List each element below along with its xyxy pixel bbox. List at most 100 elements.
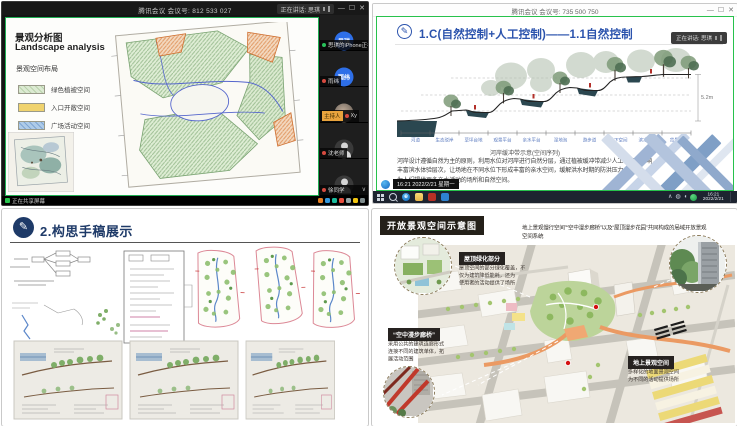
participant-tile[interactable]: 徐同学 ∨: [320, 159, 368, 196]
master-plan-image: [104, 22, 312, 190]
tray-icon[interactable]: [332, 198, 337, 203]
mic-off-icon: [322, 151, 326, 155]
pdf-app-icon[interactable]: [428, 193, 436, 201]
slide-title: 1.C(自然控制+人工控制)——1.1自然控制: [419, 26, 633, 42]
inset-plan-thumbnail: [8, 132, 74, 192]
collapse-chevron-icon[interactable]: ∨: [362, 187, 366, 193]
svg-text:草坪台地: 草坪台地: [465, 137, 483, 144]
volume-bar-icon: [720, 35, 722, 41]
legend-item: 入口开敞空间: [18, 102, 90, 112]
taskbar-tooltip: 16:21 2022/2/21 星期一: [381, 179, 459, 189]
mic-on-icon: [322, 43, 326, 47]
label-roof-greening: 屋顶绿化部分: [459, 252, 505, 265]
label-roof-greening-body: 屋顶空间的部分绿化覆盖，不 仅为建筑降低能耗，还为 使用者的活动提供了场所: [459, 265, 525, 288]
screenshot-grid: 腾讯会议 会议号: 812 533 027 — ☐ ✕ 正在讲话: 思琪 景观分…: [0, 0, 737, 426]
decor-stripes: [583, 134, 733, 190]
volume-bar-icon: [323, 7, 325, 11]
window-controls: — ☐ ✕: [338, 3, 365, 14]
meeting-tray-icon[interactable]: [690, 194, 697, 201]
svg-text:5.2m: 5.2m: [701, 95, 714, 101]
speaking-toast-text: 正在讲话: 思琪: [676, 34, 712, 42]
svg-text:亲水平台: 亲水平台: [523, 137, 541, 144]
system-tray-icons: [318, 198, 365, 203]
tray-icon[interactable]: [346, 198, 351, 203]
close-button[interactable]: ✕: [728, 5, 734, 16]
maximize-button[interactable]: ☐: [718, 5, 724, 16]
mic-off-icon: [345, 114, 349, 118]
show-desktop-button[interactable]: [730, 192, 733, 202]
intro-line: 地上景观慢行空间”“空中漫步廊桥”以及“屋顶漫步花园”共同构成的局域开放景观: [522, 225, 706, 233]
legend-label: 入口开敞空间: [51, 102, 90, 112]
edge-icon[interactable]: e: [402, 193, 410, 201]
callout-aerial-roof-garden: [394, 237, 452, 295]
tray-icon[interactable]: [353, 198, 358, 203]
callout-red-bridge-photo: [383, 366, 435, 418]
participant-tile[interactable]: 思琪 思琪的iPhone正在共享: [320, 15, 368, 51]
host-badge: 主持人: [322, 111, 343, 121]
slide-open-landscape-diagram: 开放景观空间示意图 地上景观慢行空间”“空中漫步廊桥”以及“屋顶漫步花园”共同构…: [371, 208, 737, 426]
label-ground-landscape: 地上景观空间: [628, 356, 674, 369]
start-button-icon[interactable]: [377, 194, 384, 201]
app-icon[interactable]: [441, 193, 449, 201]
svg-text:湿地泡: 湿地泡: [554, 137, 568, 144]
app-dot-icon: [381, 180, 390, 189]
shared-slide-natural-control: ✎ 1.C(自然控制+人工控制)——1.1自然控制 正在讲话: 思琪: [376, 16, 734, 191]
slide-logo-icon: ✎: [397, 24, 412, 39]
svg-text:生态驳岸: 生态驳岸: [436, 137, 454, 144]
speaking-toast: 正在讲话: 思琪: [277, 4, 334, 14]
shared-slide-landscape-analysis: 景观分析图 Landscape analysis 景观空间布局 绿色植被空间 入…: [5, 17, 319, 196]
slide-title: 开放景观空间示意图: [380, 216, 484, 235]
slide-title: 2.构思手稿展示: [40, 221, 133, 240]
volume-bar-icon: [328, 6, 330, 12]
system-tray: ∧ ◍ ◖ 16:21 2022/2/21: [668, 191, 733, 204]
speaking-toast-text: 正在讲话: 思琪: [281, 5, 320, 14]
participant-tile[interactable]: 雨纬 雨纬: [320, 51, 368, 87]
legend-label: 绿色植被空间: [51, 84, 90, 94]
meeting-window-light: 腾讯会议 会议号: 735 500 750 — ☐ ✕ ✎ 1.C(自然控制+人…: [372, 3, 737, 204]
tray-icon[interactable]: [325, 198, 330, 203]
divider: [395, 44, 723, 45]
tray-time: 16:21: [703, 192, 724, 197]
participant-name: 沈老师: [328, 149, 345, 157]
participant-tile[interactable]: 沈老师: [320, 123, 368, 159]
slide-concept-sketches: ✎ 2.构思手稿展示: [1, 208, 369, 426]
minimize-button[interactable]: —: [707, 5, 714, 16]
callout-building-photo: [669, 235, 727, 293]
legend-label: 广场活动空间: [51, 120, 90, 130]
tray-icon[interactable]: [318, 198, 323, 203]
svg-text:观景平台: 观景平台: [494, 137, 512, 144]
legend-swatch-blue: [18, 121, 45, 130]
participant-name: 徐同学: [328, 186, 345, 194]
volume-bar-icon: [715, 36, 717, 40]
intro-line: 空间系统: [522, 233, 706, 241]
tray-chevron-icon[interactable]: ∧: [668, 192, 672, 202]
label-sky-bridge-body: 采用公共的建筑连廊形式 连接不同的建筑单体，拓 展活动范围: [388, 341, 444, 364]
slide-logo-icon: ✎: [13, 217, 34, 238]
volume-icon[interactable]: ◖: [684, 192, 688, 202]
riverbank-section-drawing: 5.2m 河道 生态驳岸 草坪台地 观景平台: [391, 47, 721, 147]
search-icon[interactable]: [389, 193, 397, 201]
participant-name: 思琪的iPhone正在共享: [328, 41, 368, 49]
maximize-button[interactable]: ☐: [349, 3, 355, 14]
file-explorer-icon[interactable]: [415, 193, 423, 201]
share-text: 正在共享屏幕: [12, 197, 45, 205]
tray-icon[interactable]: [360, 198, 365, 203]
legend-item: 绿色植被空间: [18, 84, 90, 94]
network-icon[interactable]: ◍: [675, 192, 680, 202]
label-ground-landscape-body: 多样化的地面景观空间 为不同的活动提供场所: [628, 369, 679, 384]
slide-title-en: Landscape analysis: [15, 42, 105, 53]
close-button[interactable]: ✕: [359, 3, 365, 14]
share-status-bar: 正在共享屏幕: [2, 196, 368, 205]
slide-subtitle: 景观空间布局: [16, 64, 58, 74]
label-sky-bridge: “空中漫步廊桥”: [388, 328, 440, 341]
legend-swatch-yellow: [18, 103, 45, 112]
minimize-button[interactable]: —: [338, 3, 345, 14]
legend-item: 广场活动空间: [18, 120, 90, 130]
clock[interactable]: 16:21 2022/2/21: [703, 192, 724, 202]
participant-name: Xy: [351, 113, 357, 119]
meeting-id-title: 腾讯会议 会议号: 735 500 750: [373, 6, 737, 16]
tray-icon[interactable]: [339, 198, 344, 203]
participant-tile[interactable]: 主持人 Xy: [320, 87, 368, 123]
window-controls: — ☐ ✕: [707, 5, 734, 16]
legend: 绿色植被空间 入口开敞空间 广场活动空间: [18, 84, 90, 130]
